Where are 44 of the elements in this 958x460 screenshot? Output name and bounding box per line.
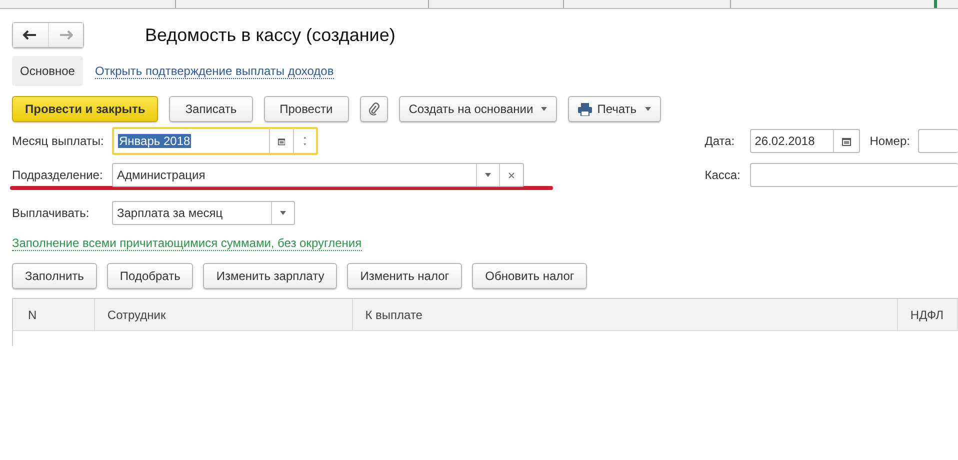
table-command-button[interactable]: Заполнить [12, 263, 97, 289]
calendar-icon [842, 136, 851, 146]
cash-field[interactable] [750, 163, 958, 187]
caret-icon [541, 107, 548, 111]
table-command-button[interactable]: Обновить налог [472, 263, 588, 289]
column-header[interactable]: Сотрудник [95, 299, 354, 330]
attach-button[interactable] [360, 96, 388, 122]
print-button[interactable]: Печать [568, 96, 660, 122]
table-command-button[interactable]: Изменить зарплату [203, 263, 338, 289]
create-based-on-button[interactable]: Создать на основании [398, 96, 558, 122]
department-field[interactable]: Администрация [112, 163, 524, 187]
column-header[interactable]: НДФЛ [898, 299, 958, 330]
field-label: Номер: [870, 134, 910, 148]
pay-type-field[interactable]: Зарплата за месяц [112, 201, 295, 225]
field-label: Выплачивать: [12, 206, 90, 220]
forward-arrow-icon [58, 30, 73, 40]
table-command-button[interactable]: Изменить налог [347, 263, 462, 289]
dropdown-icon [485, 173, 491, 177]
column-header[interactable]: N [13, 299, 96, 330]
dropdown-icon [280, 211, 286, 215]
date-field[interactable]: 26.02.2018 [750, 129, 860, 153]
field-label: Месяц выплаты: [12, 134, 105, 148]
field-label: Касса: [704, 168, 742, 182]
clear-icon [508, 172, 515, 178]
table-command-button[interactable]: Подобрать [106, 263, 194, 289]
post-and-close-button[interactable]: Провести и закрыть [12, 96, 158, 122]
fill-mode-link[interactable]: Заполнение всеми причитающимися суммами, без округления [12, 236, 362, 251]
tab[interactable]: Основное [12, 56, 83, 86]
window-title: Ведомость в кассу (создание) [145, 24, 396, 46]
calendar-icon [278, 136, 286, 146]
month-field[interactable]: Январь 2018 [112, 127, 318, 155]
toolbar-button[interactable]: Записать [169, 96, 253, 122]
back-button[interactable] [13, 23, 48, 47]
field-label: Подразделение: [12, 168, 104, 182]
printer-icon [578, 102, 592, 116]
number-field[interactable] [918, 129, 958, 153]
paperclip-icon [368, 102, 380, 116]
back-arrow-icon [23, 30, 38, 40]
field-label: Дата: [704, 134, 736, 148]
spin-arrows-icon [302, 134, 308, 148]
toolbar-button[interactable]: Провести [264, 96, 349, 122]
column-header[interactable]: К выплате [353, 299, 898, 330]
caret-icon [644, 107, 650, 111]
confirmation-link[interactable]: Открыть подтверждение выплаты доходов [94, 64, 334, 78]
